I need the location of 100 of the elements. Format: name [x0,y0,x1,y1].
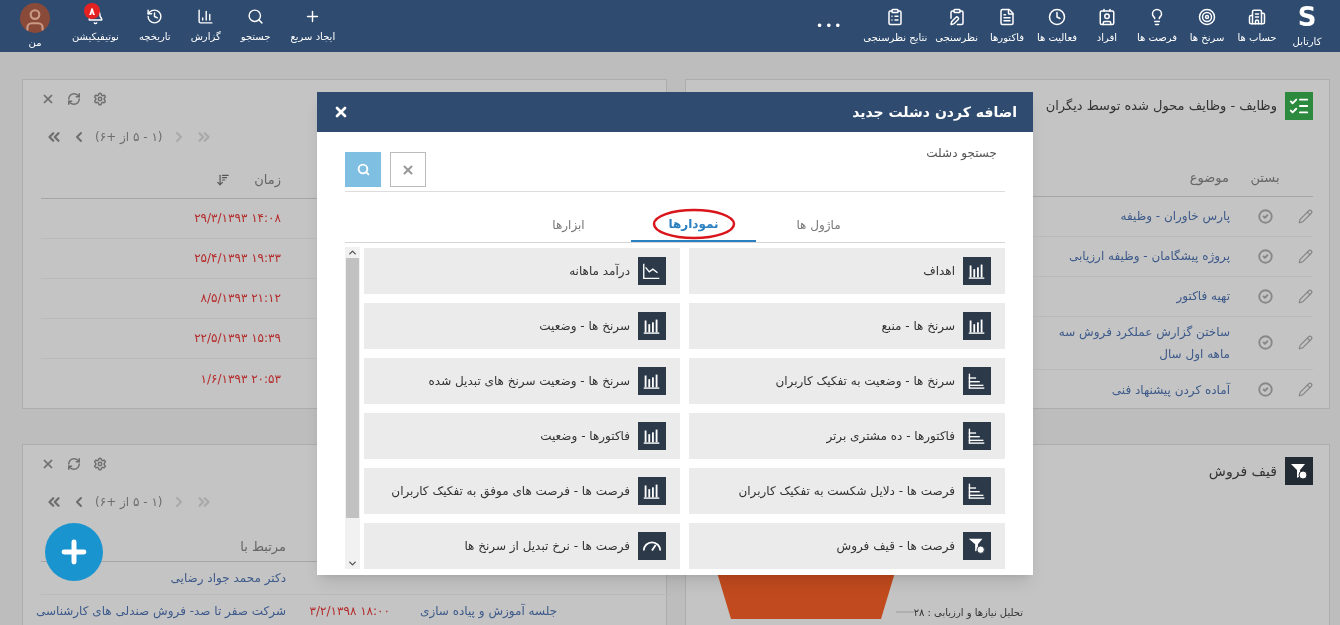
related-link[interactable]: شرکت صفر تا صد- فروش صندلی های کارشناسی [35,603,286,618]
column-header: موضوع [1189,169,1230,188]
scroll-down-icon[interactable] [347,558,358,569]
funnel-icon [963,532,991,560]
tab[interactable]: ماژول ها [756,208,881,242]
column-header: زمان [254,171,281,190]
nav-item[interactable]: فعالیت ها [1032,0,1082,52]
bar-chart-icon [638,477,666,505]
dashlet-tile[interactable]: سرنخ ها - وضعیت به تفکیک کاربران [689,358,1005,404]
dialog-title: اضافه کردن دشلت جدید [852,102,1017,123]
bar-chart-icon [963,312,991,340]
toolbar-item[interactable]: گزارش [180,0,231,52]
dashlet-tile[interactable]: اهداف [689,248,1005,294]
task-link[interactable]: پارس خاوران - وظیفه [1034,205,1246,227]
edit-icon[interactable] [1298,208,1313,224]
building-icon [1248,7,1266,26]
horizontal-bar-chart-icon [963,477,991,505]
settings-icon[interactable] [93,92,107,106]
nav-item[interactable]: فرصت ها [1132,0,1182,52]
refresh-icon[interactable] [67,457,81,471]
gauge-icon [638,532,666,560]
scroll-up-icon[interactable] [347,247,358,258]
clear-button[interactable] [390,152,426,187]
bar-chart-icon [638,422,666,450]
task-link[interactable]: ساختن گزارش عملکرد فروش سه ماهه اول سال [1034,320,1246,365]
task-link[interactable]: تهیه فاکتور [1034,285,1246,307]
target-icon [1198,7,1216,26]
column-header: مرتبط با [240,538,286,557]
dashlet-tile[interactable]: فاکتورها - وضعیت [364,413,680,459]
dashlet-tile[interactable]: فرصت ها - قیف فروش [689,523,1005,569]
search-icon [356,163,370,176]
panel-title: قیف فروش [1208,461,1277,482]
dashlet-tile[interactable]: فرصت ها - دلایل شکست به تفکیک کاربران [689,468,1005,514]
close-task-icon[interactable] [1258,208,1273,224]
funnel-label: تحلیل نیازها و ارزیابی : ۲۸ [913,606,1023,620]
bar-chart-icon [963,257,991,285]
nav-item[interactable]: حساب ها [1232,0,1282,52]
column-header: بستن [1249,169,1281,188]
toolbar-item[interactable]: نوتیفیکیشن ۸ [62,0,129,52]
tab[interactable]: ابزارها [506,208,631,242]
search-label: جستجو دشلت [926,145,998,162]
time-cell-text: ۸/۵/۱۳۹۳ ۲۱:۱۲ [200,290,281,307]
nav-item[interactable]: سرنخ ها [1182,0,1232,52]
time-cell-text: ۲۹/۳/۱۳۹۳ ۱۴:۰۸ [194,210,281,227]
meeting-link[interactable]: جلسه آموزش و پیاده سازی [420,601,558,620]
toolbar-item[interactable]: تاریخچه [128,0,181,52]
horizontal-bar-chart-icon [963,422,991,450]
bar-chart-icon [638,312,666,340]
document-icon [998,7,1016,26]
search-icon [247,8,265,25]
bar-chart-icon [197,8,215,25]
edit-icon[interactable] [1298,288,1313,304]
nav-item[interactable]: فاکتورها [982,0,1032,52]
bar-chart-icon [638,367,666,395]
more-menu[interactable]: ••• [800,0,860,52]
close-task-icon[interactable] [1258,335,1273,350]
time-cell-text: ۳/۲/۱۳۹۸ ۱۸:۰۰ [308,602,390,620]
close-task-icon[interactable] [1258,382,1273,397]
clear-icon [401,162,415,177]
dashlet-tile[interactable]: فاکتورها - ده مشتری برتر [689,413,1005,459]
time-cell-text: ۲۵/۴/۱۳۹۳ ۱۹:۳۳ [194,250,281,267]
task-link[interactable]: پروژه پیشگامان - وظیفه ارزیابی [1034,245,1246,267]
refresh-icon[interactable] [67,92,81,106]
sort-icon[interactable] [216,172,231,187]
panel-title: وظایف - وظایف محول شده توسط دیگران [1045,97,1277,116]
dashlet-tile[interactable]: سرنخ ها - وضعیت [364,303,680,349]
related-link[interactable]: دکتر محمد جواد رضایی [170,570,286,585]
clipboard-pen-icon [947,7,966,26]
time-cell-text: ۱/۶/۱۳۹۳ ۲۰:۵۳ [200,370,281,388]
horizontal-bar-chart-icon [963,367,991,395]
close-task-icon[interactable] [1258,288,1273,304]
settings-icon[interactable] [93,457,107,471]
task-link[interactable]: آماده کردن پیشنهاد فنی [1034,378,1246,401]
line-chart-icon [638,257,666,285]
profile-item[interactable]: من [8,0,62,52]
add-button[interactable] [45,523,103,581]
history-icon [146,8,164,25]
nav-item[interactable]: نظرسنجی [931,0,982,52]
notification-badge: ۸ [84,3,100,19]
dashlet-tile[interactable]: سرنخ ها - وضعیت سرنخ های تبدیل شده [364,358,680,404]
dashlet-tile[interactable]: سرنخ ها - منبع [689,303,1005,349]
nav-item[interactable]: افراد [1082,0,1132,52]
search-button[interactable] [345,152,381,187]
scrollbar[interactable] [345,247,360,569]
dashlet-tile[interactable]: درآمد ماهانه [364,248,680,294]
clock-icon [1048,7,1066,26]
toolbar-item[interactable]: ایجاد سریع [280,0,346,52]
nav-item[interactable]: نتایج نظرسنجی [859,0,932,52]
checklist-icon [1285,92,1313,120]
edit-icon[interactable] [1298,335,1313,350]
edit-icon[interactable] [1298,382,1313,397]
avatar [20,2,50,33]
logo: S [1297,3,1317,30]
toolbar-item[interactable]: جستجو [230,0,281,52]
pager-text: (۱ - ۵ از +۶) [95,494,163,511]
dashlet-tile[interactable]: فرصت ها - فرصت های موفق به تفکیک کاربران [364,468,680,514]
dashlet-tile[interactable]: فرصت ها - نرخ تبدیل از سرنخ ها [364,523,680,569]
edit-icon[interactable] [1298,248,1313,264]
close-icon[interactable] [333,104,349,120]
close-task-icon[interactable] [1258,248,1273,264]
